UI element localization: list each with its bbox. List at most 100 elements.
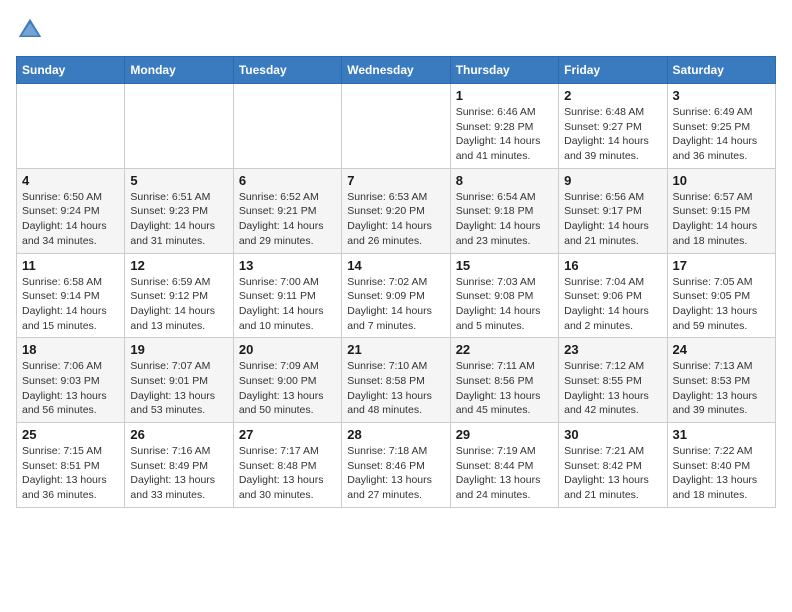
day-info: Sunrise: 6:46 AM Sunset: 9:28 PM Dayligh… bbox=[456, 105, 553, 164]
calendar-cell: 3Sunrise: 6:49 AM Sunset: 9:25 PM Daylig… bbox=[667, 84, 775, 169]
calendar-cell: 30 Sunrise: 7:21 AM Sunset: 8:42 PM Dayli… bbox=[559, 423, 667, 508]
day-info: Sunrise: 7:13 AM Sunset: 8:53 PM Dayligh… bbox=[673, 359, 770, 418]
day-info: Sunrise: 7:11 AM Sunset: 8:56 PM Dayligh… bbox=[456, 359, 553, 418]
day-info: Sunrise: 7:10 AM Sunset: 8:58 PM Dayligh… bbox=[347, 359, 444, 418]
day-info: Sunrise: 6:51 AM Sunset: 9:23 PM Dayligh… bbox=[130, 190, 227, 249]
day-number: 1 bbox=[456, 88, 553, 103]
calendar-cell: 9 Sunrise: 6:56 AM Sunset: 9:17 PM Daylig… bbox=[559, 168, 667, 253]
day-number: 27 bbox=[239, 427, 336, 442]
calendar-cell: 2Sunrise: 6:48 AM Sunset: 9:27 PM Daylig… bbox=[559, 84, 667, 169]
day-info: Sunrise: 6:59 AM Sunset: 9:12 PM Dayligh… bbox=[130, 275, 227, 334]
day-number: 22 bbox=[456, 342, 553, 357]
day-number: 3 bbox=[673, 88, 770, 103]
weekday-header-thursday: Thursday bbox=[450, 57, 558, 84]
calendar-cell: 13 Sunrise: 7:00 AM Sunset: 9:11 PM Dayli… bbox=[233, 253, 341, 338]
calendar-week-2: 11Sunrise: 6:58 AM Sunset: 9:14 PM Dayli… bbox=[17, 253, 776, 338]
day-number: 24 bbox=[673, 342, 770, 357]
day-info: Sunrise: 7:15 AM Sunset: 8:51 PM Dayligh… bbox=[22, 444, 119, 503]
day-info: Sunrise: 7:19 AM Sunset: 8:44 PM Dayligh… bbox=[456, 444, 553, 503]
calendar-header: SundayMondayTuesdayWednesdayThursdayFrid… bbox=[17, 57, 776, 84]
calendar-cell: 6 Sunrise: 6:52 AM Sunset: 9:21 PM Daylig… bbox=[233, 168, 341, 253]
day-number: 9 bbox=[564, 173, 661, 188]
calendar-cell: 11Sunrise: 6:58 AM Sunset: 9:14 PM Dayli… bbox=[17, 253, 125, 338]
day-number: 25 bbox=[22, 427, 119, 442]
day-number: 5 bbox=[130, 173, 227, 188]
page-header bbox=[16, 16, 776, 44]
day-number: 31 bbox=[673, 427, 770, 442]
day-number: 16 bbox=[564, 258, 661, 273]
day-info: Sunrise: 6:50 AM Sunset: 9:24 PM Dayligh… bbox=[22, 190, 119, 249]
day-number: 30 bbox=[564, 427, 661, 442]
day-info: Sunrise: 6:53 AM Sunset: 9:20 PM Dayligh… bbox=[347, 190, 444, 249]
day-number: 20 bbox=[239, 342, 336, 357]
weekday-header-wednesday: Wednesday bbox=[342, 57, 450, 84]
day-info: Sunrise: 7:09 AM Sunset: 9:00 PM Dayligh… bbox=[239, 359, 336, 418]
day-info: Sunrise: 7:02 AM Sunset: 9:09 PM Dayligh… bbox=[347, 275, 444, 334]
calendar-cell bbox=[125, 84, 233, 169]
day-info: Sunrise: 7:00 AM Sunset: 9:11 PM Dayligh… bbox=[239, 275, 336, 334]
day-info: Sunrise: 7:12 AM Sunset: 8:55 PM Dayligh… bbox=[564, 359, 661, 418]
calendar-cell: 19 Sunrise: 7:07 AM Sunset: 9:01 PM Dayli… bbox=[125, 338, 233, 423]
weekday-header-monday: Monday bbox=[125, 57, 233, 84]
logo-icon bbox=[16, 16, 44, 44]
day-number: 15 bbox=[456, 258, 553, 273]
day-info: Sunrise: 7:04 AM Sunset: 9:06 PM Dayligh… bbox=[564, 275, 661, 334]
day-info: Sunrise: 7:07 AM Sunset: 9:01 PM Dayligh… bbox=[130, 359, 227, 418]
calendar-table: SundayMondayTuesdayWednesdayThursdayFrid… bbox=[16, 56, 776, 508]
day-number: 26 bbox=[130, 427, 227, 442]
calendar-cell: 15 Sunrise: 7:03 AM Sunset: 9:08 PM Dayli… bbox=[450, 253, 558, 338]
weekday-header-tuesday: Tuesday bbox=[233, 57, 341, 84]
day-number: 6 bbox=[239, 173, 336, 188]
day-info: Sunrise: 7:17 AM Sunset: 8:48 PM Dayligh… bbox=[239, 444, 336, 503]
day-number: 10 bbox=[673, 173, 770, 188]
calendar-cell: 24 Sunrise: 7:13 AM Sunset: 8:53 PM Dayli… bbox=[667, 338, 775, 423]
calendar-cell: 27 Sunrise: 7:17 AM Sunset: 8:48 PM Dayli… bbox=[233, 423, 341, 508]
calendar-cell bbox=[17, 84, 125, 169]
calendar-cell: 31 Sunrise: 7:22 AM Sunset: 8:40 PM Dayli… bbox=[667, 423, 775, 508]
calendar-body: 1 Sunrise: 6:46 AM Sunset: 9:28 PM Daylig… bbox=[17, 84, 776, 508]
calendar-cell: 21 Sunrise: 7:10 AM Sunset: 8:58 PM Dayli… bbox=[342, 338, 450, 423]
day-number: 13 bbox=[239, 258, 336, 273]
day-number: 23 bbox=[564, 342, 661, 357]
calendar-cell bbox=[342, 84, 450, 169]
day-number: 4 bbox=[22, 173, 119, 188]
calendar-cell: 23 Sunrise: 7:12 AM Sunset: 8:55 PM Dayli… bbox=[559, 338, 667, 423]
calendar-cell: 1 Sunrise: 6:46 AM Sunset: 9:28 PM Daylig… bbox=[450, 84, 558, 169]
day-number: 29 bbox=[456, 427, 553, 442]
weekday-header-saturday: Saturday bbox=[667, 57, 775, 84]
calendar-cell bbox=[233, 84, 341, 169]
calendar-cell: 8 Sunrise: 6:54 AM Sunset: 9:18 PM Daylig… bbox=[450, 168, 558, 253]
day-number: 28 bbox=[347, 427, 444, 442]
day-info: Sunrise: 7:16 AM Sunset: 8:49 PM Dayligh… bbox=[130, 444, 227, 503]
day-info: Sunrise: 7:22 AM Sunset: 8:40 PM Dayligh… bbox=[673, 444, 770, 503]
calendar-week-1: 4 Sunrise: 6:50 AM Sunset: 9:24 PM Daylig… bbox=[17, 168, 776, 253]
day-number: 7 bbox=[347, 173, 444, 188]
calendar-cell: 12 Sunrise: 6:59 AM Sunset: 9:12 PM Dayli… bbox=[125, 253, 233, 338]
day-number: 18 bbox=[22, 342, 119, 357]
calendar-cell: 7 Sunrise: 6:53 AM Sunset: 9:20 PM Daylig… bbox=[342, 168, 450, 253]
day-info: Sunrise: 6:56 AM Sunset: 9:17 PM Dayligh… bbox=[564, 190, 661, 249]
day-number: 14 bbox=[347, 258, 444, 273]
day-info: Sunrise: 7:05 AM Sunset: 9:05 PM Dayligh… bbox=[673, 275, 770, 334]
day-number: 8 bbox=[456, 173, 553, 188]
day-info: Sunrise: 7:21 AM Sunset: 8:42 PM Dayligh… bbox=[564, 444, 661, 503]
calendar-cell: 10Sunrise: 6:57 AM Sunset: 9:15 PM Dayli… bbox=[667, 168, 775, 253]
logo bbox=[16, 16, 48, 44]
weekday-header-sunday: Sunday bbox=[17, 57, 125, 84]
day-number: 17 bbox=[673, 258, 770, 273]
day-number: 19 bbox=[130, 342, 227, 357]
calendar-week-0: 1 Sunrise: 6:46 AM Sunset: 9:28 PM Daylig… bbox=[17, 84, 776, 169]
day-number: 12 bbox=[130, 258, 227, 273]
day-info: Sunrise: 7:03 AM Sunset: 9:08 PM Dayligh… bbox=[456, 275, 553, 334]
day-info: Sunrise: 6:52 AM Sunset: 9:21 PM Dayligh… bbox=[239, 190, 336, 249]
day-info: Sunrise: 7:18 AM Sunset: 8:46 PM Dayligh… bbox=[347, 444, 444, 503]
day-number: 21 bbox=[347, 342, 444, 357]
day-info: Sunrise: 6:48 AM Sunset: 9:27 PM Dayligh… bbox=[564, 105, 661, 164]
calendar-cell: 18 Sunrise: 7:06 AM Sunset: 9:03 PM Dayli… bbox=[17, 338, 125, 423]
calendar-cell: 16 Sunrise: 7:04 AM Sunset: 9:06 PM Dayli… bbox=[559, 253, 667, 338]
calendar-cell: 28 Sunrise: 7:18 AM Sunset: 8:46 PM Dayli… bbox=[342, 423, 450, 508]
day-info: Sunrise: 6:54 AM Sunset: 9:18 PM Dayligh… bbox=[456, 190, 553, 249]
calendar-week-3: 18 Sunrise: 7:06 AM Sunset: 9:03 PM Dayli… bbox=[17, 338, 776, 423]
day-info: Sunrise: 7:06 AM Sunset: 9:03 PM Dayligh… bbox=[22, 359, 119, 418]
calendar-cell: 5 Sunrise: 6:51 AM Sunset: 9:23 PM Daylig… bbox=[125, 168, 233, 253]
